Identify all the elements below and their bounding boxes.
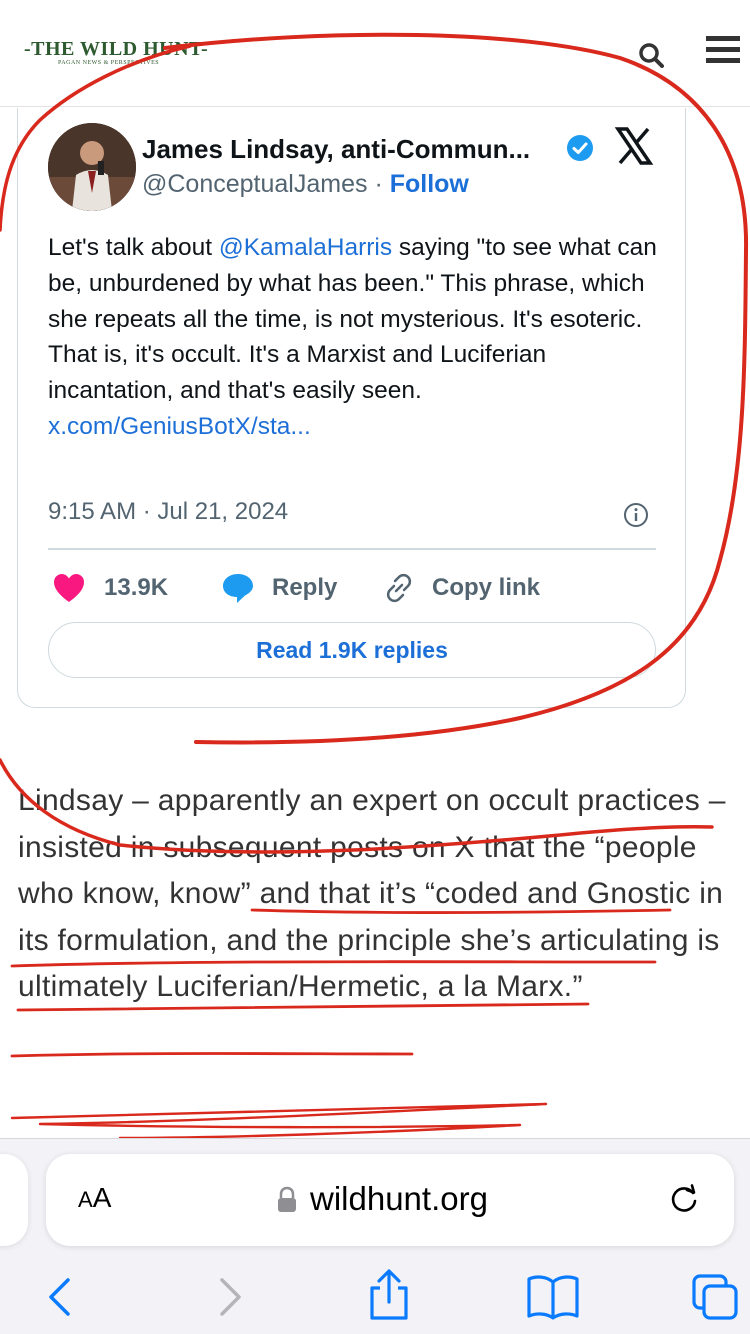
tabs-icon <box>692 1274 738 1320</box>
x-logo-icon[interactable] <box>612 124 656 168</box>
url-text[interactable]: wildhunt.org <box>310 1180 488 1218</box>
like-count: 13.9K <box>104 574 169 601</box>
tweet-divider <box>48 548 656 550</box>
info-icon[interactable] <box>622 501 650 529</box>
verified-badge-icon <box>567 135 593 161</box>
site-logo[interactable]: -THE WILD HUNT- PAGAN NEWS & PERSPECTIVE… <box>24 38 208 72</box>
site-header: -THE WILD HUNT- PAGAN NEWS & PERSPECTIVE… <box>0 0 750 107</box>
book-icon <box>527 1275 579 1320</box>
handle-separator: · <box>367 170 390 198</box>
forward-button[interactable] <box>204 1272 254 1322</box>
lock-icon <box>278 1186 296 1212</box>
menu-button[interactable] <box>700 30 744 74</box>
chevron-left-icon <box>49 1278 70 1316</box>
share-icon <box>370 1269 408 1320</box>
previous-tab-preview[interactable] <box>0 1154 28 1246</box>
copy-link-label: Copy link <box>432 574 541 601</box>
avatar[interactable] <box>48 123 136 211</box>
hamburger-menu-icon <box>706 36 740 63</box>
mention-link[interactable]: @KamalaHarris <box>219 234 392 261</box>
search-icon <box>639 43 664 68</box>
logo-title: -THE WILD HUNT- <box>24 38 209 60</box>
text-size-button[interactable]: AA <box>78 1182 111 1214</box>
article-paragraph: Lindsay – apparently an expert on occult… <box>18 784 726 1004</box>
reply-bubble-icon <box>223 574 253 603</box>
heart-icon <box>54 574 84 602</box>
reload-icon[interactable] <box>666 1182 702 1218</box>
ink-underline <box>10 1052 414 1058</box>
logo-tagline: PAGAN NEWS & PERSPECTIVES <box>58 60 160 66</box>
share-button[interactable] <box>364 1268 414 1320</box>
reply-label: Reply <box>272 574 338 601</box>
tabs-button[interactable] <box>690 1272 740 1322</box>
handle-row: @ConceptualJames · Follow <box>142 170 469 199</box>
copy-link-button[interactable]: Copy link <box>382 570 540 606</box>
text-size-small-a: A <box>78 1187 93 1212</box>
author-handle[interactable]: @ConceptualJames <box>142 170 368 198</box>
text-size-large-a: A <box>92 1182 112 1213</box>
ink-underline <box>10 1102 548 1140</box>
search-button[interactable] <box>632 36 672 76</box>
avatar-photo <box>48 123 136 211</box>
read-replies-button[interactable]: Read 1.9K replies <box>48 622 656 678</box>
reply-button[interactable]: Reply <box>220 570 337 606</box>
tweet-timestamp[interactable]: 9:15 AM · Jul 21, 2024 <box>48 498 288 526</box>
like-button[interactable]: 13.9K <box>52 570 168 606</box>
address-bar[interactable]: AA wildhunt.org <box>46 1154 734 1246</box>
bookmarks-button[interactable] <box>526 1272 579 1322</box>
tweet-url-link[interactable]: x.com/GeniusBotX/sta... <box>48 409 668 445</box>
link-icon <box>386 573 412 603</box>
tweet-text: Let's talk about @KamalaHarris saying "t… <box>48 230 668 445</box>
tweet-text-start: Let's talk about <box>48 234 219 261</box>
back-button[interactable] <box>36 1272 86 1322</box>
author-name[interactable]: James Lindsay, anti-Commun... <box>142 134 530 165</box>
chevron-right-icon <box>220 1278 241 1316</box>
follow-button[interactable]: Follow <box>390 170 469 198</box>
embedded-tweet: James Lindsay, anti-Commun... @Conceptua… <box>17 108 686 708</box>
